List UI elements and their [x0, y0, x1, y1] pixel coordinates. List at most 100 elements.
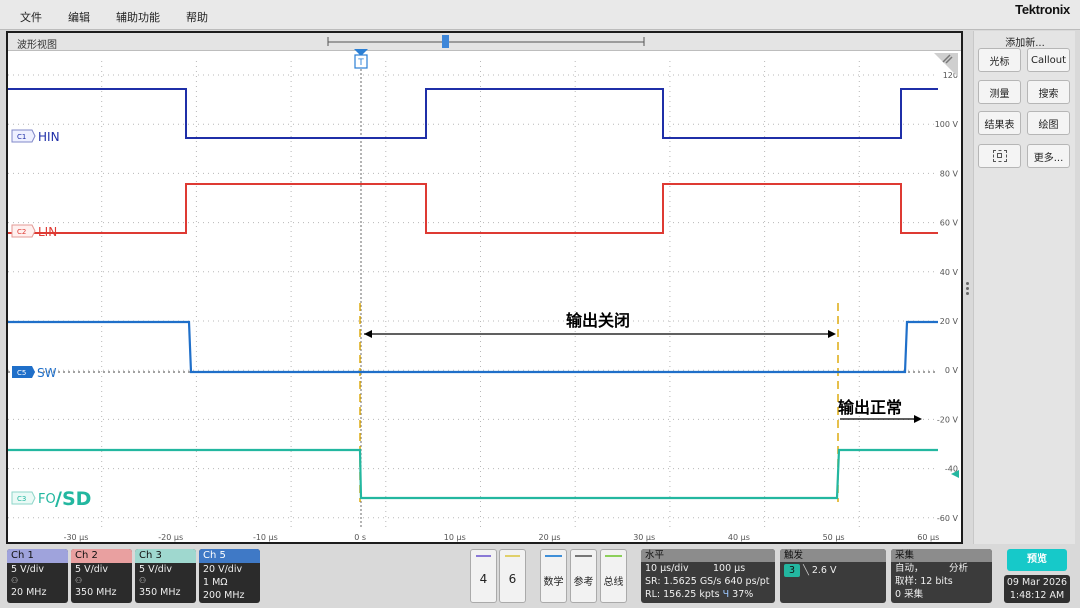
- zoom-box-button[interactable]: [978, 144, 1021, 168]
- panel-resize-handle[interactable]: [966, 282, 970, 296]
- search-button[interactable]: 搜索: [1027, 80, 1070, 104]
- ch5-impedance: 1 MΩ: [203, 577, 228, 588]
- time-label: 60 µs: [917, 533, 939, 542]
- menu-utility[interactable]: 辅助功能: [116, 9, 160, 25]
- ch1-probe-icon: ⚇: [11, 576, 19, 585]
- channel-6-label: 6: [508, 572, 517, 586]
- ch1-waveform: [8, 88, 938, 139]
- ch5-scale: 20 V/div: [203, 564, 243, 575]
- vertical-scale-labels: 120100 V80 V60 V40 V20 V0 V-20 V-40-60 V: [935, 71, 959, 523]
- date-text: 09 Mar 2026: [1006, 577, 1068, 588]
- grid: [8, 61, 938, 528]
- ch5-badge[interactable]: Ch 5 20 V/div 1 MΩ 200 MHz: [199, 549, 260, 603]
- scale-label: 20 V: [940, 317, 959, 326]
- time-text: 1:48:12 AM: [1009, 590, 1065, 601]
- cursor-button[interactable]: 光标: [978, 48, 1021, 72]
- ch5-bandwidth: 200 MHz: [203, 590, 245, 601]
- ch5-tag: C5: [17, 369, 26, 377]
- ch2-scale: 5 V/div: [75, 564, 109, 575]
- more-button[interactable]: 更多...: [1027, 144, 1070, 168]
- oscilloscope-app: { "menu": {"file":"文件","edit":"编辑","util…: [0, 0, 1080, 608]
- zoom-box-icon: [992, 150, 1007, 162]
- time-axis-labels: -30 µs -20 µs -10 µs 0 s 10 µs 20 µs 30 µs 40 µ…: [64, 533, 940, 542]
- horizontal-sample-rate: SR: 1.5625 GS/s 640 ps/pt: [645, 576, 770, 587]
- record-overview[interactable]: [327, 35, 645, 48]
- ch3-badge[interactable]: Ch 3 5 V/div ⚇ 350 MHz: [135, 549, 196, 603]
- scale-label: -60 V: [937, 514, 959, 523]
- math-label: 数学: [543, 577, 564, 588]
- bus-button[interactable]: 总线: [600, 549, 627, 603]
- ch5-label[interactable]: C5 SW: [12, 366, 57, 380]
- ch1-scale: 5 V/div: [11, 564, 45, 575]
- horizontal-position: 100 µs: [713, 563, 746, 574]
- time-label: 30 µs: [633, 533, 655, 542]
- sd-label: /SD: [55, 488, 91, 510]
- waveform-view[interactable]: 波形视图 T C1 HIN C2 LIN C5 SW C3 FO /SD 输出关…: [6, 31, 963, 544]
- plot-button[interactable]: 绘图: [1027, 111, 1070, 135]
- menu-bar: 文件 编辑 辅助功能 帮助 Tektronix: [0, 0, 1080, 30]
- acquisition-title: 采集: [891, 549, 992, 562]
- ch2-waveform: [8, 183, 938, 234]
- ch3-tag: C3: [17, 495, 26, 503]
- waveform-plot[interactable]: T C1 HIN C2 LIN C5 SW C3 FO /SD 输出关闭 输出正…: [8, 33, 961, 542]
- time-label: 10 µs: [444, 533, 466, 542]
- scale-label: 0 V: [945, 366, 959, 375]
- ch1-badge-title: Ch 1: [7, 549, 68, 563]
- math-button[interactable]: 数学: [540, 549, 567, 603]
- acquisition-sample: 取样: 12 bits: [895, 576, 953, 587]
- ch1-label[interactable]: C1 HIN: [11, 129, 60, 144]
- menu-help[interactable]: 帮助: [186, 9, 208, 25]
- ch3-badge-title: Ch 3: [135, 549, 196, 563]
- brand-logo: Tektronix: [1015, 2, 1070, 17]
- ch3-label[interactable]: C3 FO /SD: [11, 488, 91, 510]
- trigger-title: 触发: [780, 549, 886, 562]
- scale-label: -20 V: [937, 415, 959, 424]
- reference-button[interactable]: 参考: [570, 549, 597, 603]
- output-off-text: 输出关闭: [566, 311, 630, 330]
- trigger-source: 3: [784, 564, 801, 577]
- channel-6-button[interactable]: 6: [499, 549, 526, 603]
- reference-label: 参考: [573, 577, 594, 588]
- ch3-scale: 5 V/div: [139, 564, 173, 575]
- trigger-badge[interactable]: 触发 3 ╲ 2.6 V: [780, 549, 886, 603]
- scale-label: 80 V: [940, 169, 959, 178]
- time-label: 20 µs: [539, 533, 561, 542]
- ch1-name: HIN: [38, 130, 60, 144]
- output-normal-annotation: 输出正常: [838, 398, 922, 423]
- ch1-badge[interactable]: Ch 1 5 V/div ⚇ 20 MHz: [7, 549, 68, 603]
- ch1-bandwidth: 20 MHz: [11, 587, 47, 598]
- time-label: -10 µs: [253, 533, 278, 542]
- add-new-title: 添加新...: [1005, 38, 1045, 49]
- ch3-bandwidth: 350 MHz: [139, 587, 181, 598]
- scale-label: 100 V: [935, 120, 959, 129]
- results-table-button[interactable]: 结果表: [978, 111, 1021, 135]
- trigger-position-marker[interactable]: T: [354, 49, 368, 69]
- horizontal-badge[interactable]: 水平 10 µs/div 100 µs SR: 1.5625 GS/s 640 p…: [641, 549, 775, 603]
- acquisition-badge[interactable]: 采集 自动， 分析 取样: 12 bits 0 采集: [891, 549, 992, 603]
- ch2-badge-title: Ch 2: [71, 549, 132, 563]
- channel-4-button[interactable]: 4: [470, 549, 497, 603]
- ch2-name: LIN: [38, 225, 57, 239]
- preview-button[interactable]: 预览: [1007, 549, 1067, 571]
- horizontal-scale: 10 µs/div: [645, 563, 689, 574]
- ch2-label[interactable]: C2 LIN: [11, 224, 57, 239]
- acquisition-analyze: 分析: [949, 563, 969, 574]
- bus-label: 总线: [603, 577, 624, 588]
- ch3-probe-icon: ⚇: [139, 576, 147, 585]
- menu-edit[interactable]: 编辑: [68, 9, 90, 25]
- ch2-badge[interactable]: Ch 2 5 V/div ⚇ 350 MHz: [71, 549, 132, 603]
- callout-button[interactable]: Callout: [1027, 48, 1070, 72]
- horizontal-record-length: RL: 156.25 kpts: [645, 589, 720, 600]
- channel-4-label: 4: [479, 572, 488, 586]
- time-label: 40 µs: [728, 533, 750, 542]
- menu-file[interactable]: 文件: [20, 9, 42, 25]
- ch1-tag: C1: [17, 133, 26, 141]
- date-time-display[interactable]: 09 Mar 2026 1:48:12 AM: [1004, 575, 1070, 603]
- acquisition-mode: 自动，: [895, 563, 924, 574]
- ch2-probe-icon: ⚇: [75, 576, 83, 585]
- ch2-tag: C2: [17, 228, 26, 236]
- trigger-marker-label: T: [357, 58, 364, 68]
- ch3-name: FO: [38, 492, 56, 507]
- measure-button[interactable]: 测量: [978, 80, 1021, 104]
- horizontal-percent: 37%: [732, 589, 754, 600]
